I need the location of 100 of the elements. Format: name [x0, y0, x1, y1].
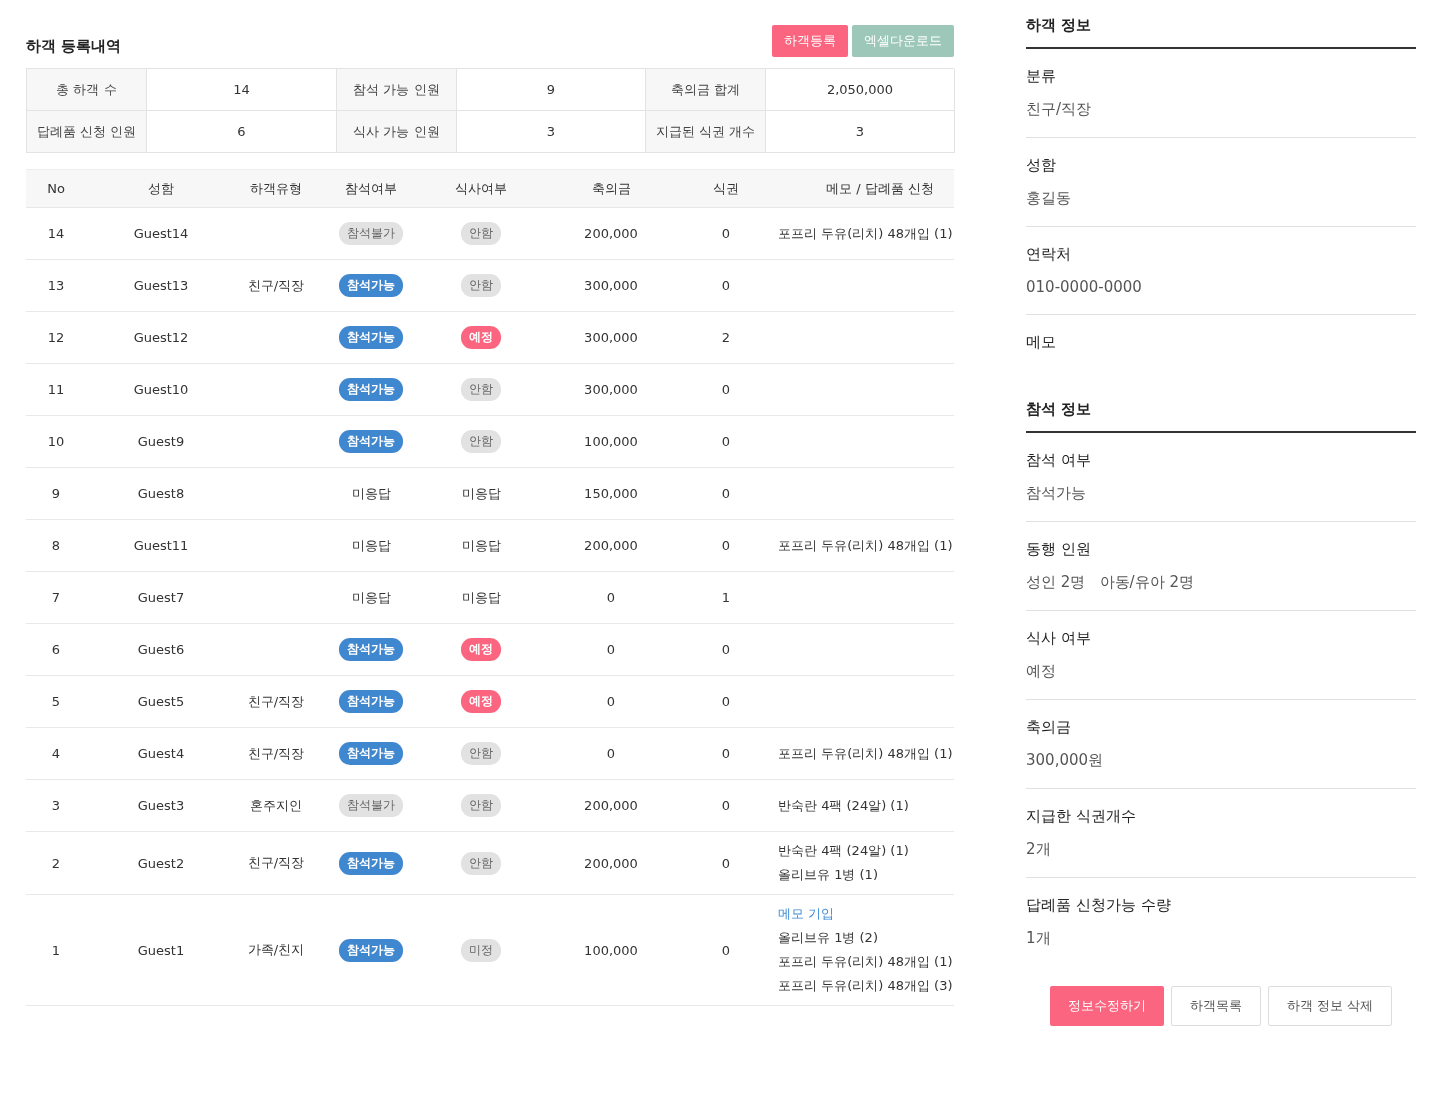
table-cell-text: Guest3 [136, 798, 186, 813]
attendance-badge: 참석가능 [339, 326, 403, 349]
meal-badge: 예정 [461, 690, 501, 713]
table-cell-text: 친구/직장 [246, 692, 306, 711]
column-header: 하객유형 [249, 179, 303, 198]
attendance-badge: 참석가능 [339, 690, 403, 713]
table-cell-text: 200,000 [583, 226, 639, 241]
field-label: 지급한 식권개수 [1026, 807, 1137, 826]
table-cell-text: 4 [50, 746, 62, 761]
meal-text: 미응답 [461, 536, 501, 555]
summary-label: 지급된 식권 개수 [646, 111, 766, 153]
table-cell-text: 0 [605, 694, 617, 709]
summary-label: 축의금 합계 [646, 69, 766, 111]
meal-badge: 안함 [461, 851, 501, 875]
column-header: No [46, 181, 66, 196]
memo-text: 반숙란 4팩 (24알) (1) [778, 842, 909, 860]
guest-list-button[interactable]: 하객목록 [1170, 986, 1261, 1026]
table-cell-text: 0 [605, 642, 617, 657]
field-label: 답례품 신청가능 수량 [1026, 896, 1172, 915]
attendance-badge: 참석가능 [339, 742, 403, 765]
attendance-badge: 참석가능 [339, 938, 403, 962]
field-value: 300,000원 [1026, 751, 1105, 770]
field-label: 축의금 [1026, 718, 1072, 737]
table-cell-text: 0 [720, 382, 732, 397]
column-header: 축의금 [590, 179, 632, 198]
table-cell-text: 7 [50, 590, 62, 605]
table-cell-text: Guest1 [136, 942, 186, 958]
attendance-badge: 참석불가 [339, 794, 403, 817]
meal-badge: 예정 [461, 638, 501, 661]
memo-text: 올리브유 1병 (2) [778, 929, 878, 947]
field-value: 성인 2명 아동/유아 2명 [1026, 573, 1195, 592]
table-cell-text: 1 [720, 590, 732, 605]
table-cell-text: 200,000 [583, 855, 639, 871]
field-label: 성함 [1026, 156, 1057, 175]
table-cell-text: Guest13 [132, 278, 190, 293]
column-header: 참석여부 [344, 179, 398, 198]
table-cell-text: 0 [720, 226, 732, 241]
page-title: 하객 등록내역 [26, 37, 122, 56]
table-cell-text: 가족/친지 [246, 941, 306, 959]
table-cell-text: Guest2 [136, 855, 186, 871]
table-cell-text: 100,000 [583, 434, 639, 449]
table-cell-text: Guest4 [136, 746, 186, 761]
memo-text: 반숙란 4팩 (24알) (1) [778, 796, 909, 815]
table-cell-text: 9 [50, 486, 62, 501]
table-cell-text: 0 [720, 855, 732, 871]
field-label: 식사 여부 [1026, 629, 1092, 648]
attendance-text: 미응답 [351, 536, 391, 555]
section-title: 참석 정보 [1026, 396, 1416, 433]
table-cell-text: 300,000 [583, 330, 639, 345]
summary-label: 참석 가능 인원 [337, 69, 457, 111]
meal-badge: 안함 [461, 430, 501, 453]
table-cell-text: Guest9 [136, 434, 186, 449]
table-cell-text: 친구/직장 [246, 276, 306, 295]
table-cell-text: 0 [720, 746, 732, 761]
table-cell-text: 6 [50, 642, 62, 657]
column-header: 성함 [147, 179, 175, 198]
table-cell-text: 0 [720, 798, 732, 813]
memo-text: 포프리 두유(리치) 48개입 (1) [778, 536, 953, 555]
table-cell-text: Guest5 [136, 694, 186, 709]
field-value: 2개 [1026, 840, 1052, 859]
table-cell-text: 0 [720, 434, 732, 449]
field-label: 분류 [1026, 67, 1057, 86]
memo-link[interactable]: 메모 기입 [778, 905, 835, 923]
meal-badge: 미정 [461, 938, 501, 962]
delete-button[interactable]: 하객 정보 삭제 [1267, 986, 1393, 1026]
register-button[interactable]: 하객등록 [772, 25, 848, 57]
meal-text: 미응답 [461, 484, 501, 503]
edit-button[interactable]: 정보수정하기 [1049, 986, 1164, 1026]
table-cell-text: 0 [720, 942, 732, 958]
table-cell-text: 14 [46, 226, 66, 241]
attendance-text: 미응답 [351, 588, 391, 607]
column-header: 식권 [712, 179, 740, 198]
meal-badge: 안함 [461, 742, 501, 765]
field-label: 참석 여부 [1026, 451, 1092, 470]
summary-value: 3 [766, 111, 955, 153]
table-cell-text: 0 [720, 278, 732, 293]
attendance-badge: 참석가능 [339, 274, 403, 297]
memo-text: 포프리 두유(리치) 48개입 (3) [778, 977, 953, 995]
field-value: 예정 [1026, 662, 1057, 681]
meal-badge: 예정 [461, 326, 501, 349]
meal-text: 미응답 [461, 588, 501, 607]
column-header: 식사여부 [454, 179, 508, 198]
attendance-badge: 참석가능 [339, 430, 403, 453]
table-cell-text: 0 [605, 590, 617, 605]
table-cell-text: 300,000 [583, 278, 639, 293]
meal-badge: 안함 [461, 378, 501, 401]
memo-text: 포프리 두유(리치) 48개입 (1) [778, 953, 953, 971]
field-value: 친구/직장 [1026, 100, 1093, 119]
field-value: 010-0000-0000 [1026, 278, 1143, 296]
table-cell-text: Guest8 [136, 486, 186, 501]
memo-text: 포프리 두유(리치) 48개입 (1) [778, 744, 953, 763]
attendance-badge: 참석가능 [339, 851, 403, 875]
meal-badge: 안함 [461, 274, 501, 297]
table-cell-text: 3 [50, 798, 62, 813]
summary-value: 2,050,000 [766, 69, 955, 111]
section-title: 하객 정보 [1026, 12, 1416, 49]
field-value: 참석가능 [1026, 484, 1087, 503]
table-cell-text: 5 [50, 694, 62, 709]
table-cell-text: 혼주지인 [249, 796, 303, 815]
table-cell-text: 12 [46, 330, 66, 345]
